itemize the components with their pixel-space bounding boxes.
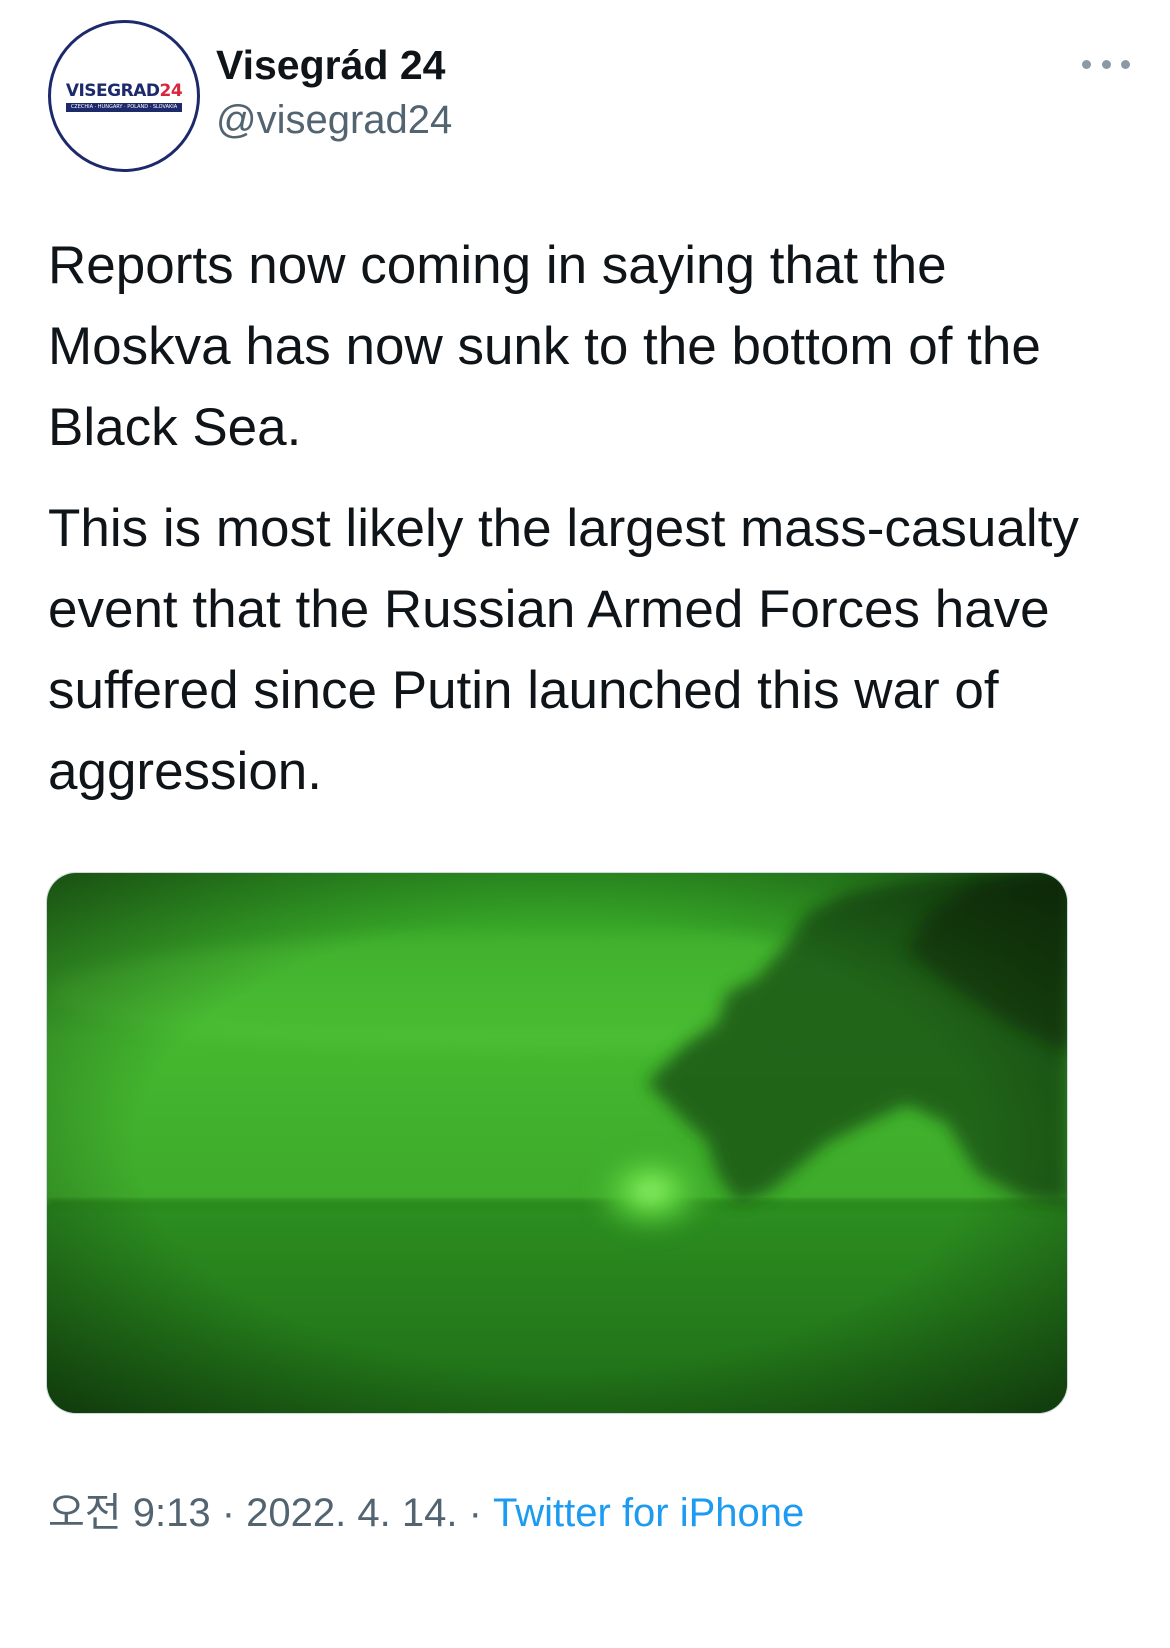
tweet-time[interactable]: 오전 9:13	[48, 1491, 211, 1535]
tweet-meta: 오전 9:13 · 2022. 4. 14. · Twitter for iPh…	[48, 1480, 804, 1538]
tweet-paragraph: Reports now coming in saying that the Mo…	[48, 236, 1041, 457]
avatar-logo-word: VISEGRAD24	[65, 80, 183, 101]
tweet-media-image[interactable]	[46, 872, 1068, 1414]
more-horizontal-icon[interactable]	[1082, 54, 1130, 74]
more-dot	[1082, 59, 1091, 69]
avatar[interactable]: VISEGRAD24 CZECHIA · HUNGARY · POLAND · …	[48, 20, 200, 172]
meta-separator: ·	[221, 1491, 236, 1535]
more-dot	[1101, 59, 1111, 69]
tweet-date[interactable]: 2022. 4. 14.	[246, 1491, 457, 1535]
tweet-paragraph: This is most likely the largest mass-cas…	[48, 499, 1079, 801]
tweet-text: Reports now coming in saying that the Mo…	[48, 225, 1128, 832]
more-dot	[1121, 59, 1130, 69]
meta-separator: ·	[468, 1491, 482, 1535]
night-vision-image	[47, 873, 1067, 1413]
tweet-source-link[interactable]: Twitter for iPhone	[493, 1491, 804, 1535]
avatar-logo-strip: CZECHIA · HUNGARY · POLAND · SLOVAKIA	[66, 102, 182, 112]
tweet-header: VISEGRAD24 CZECHIA · HUNGARY · POLAND · …	[48, 18, 1130, 178]
avatar-logo-number: 24	[159, 80, 183, 101]
author-display-name[interactable]: Visegrád 24	[216, 42, 445, 89]
author-handle[interactable]: @visegrad24	[216, 98, 452, 143]
